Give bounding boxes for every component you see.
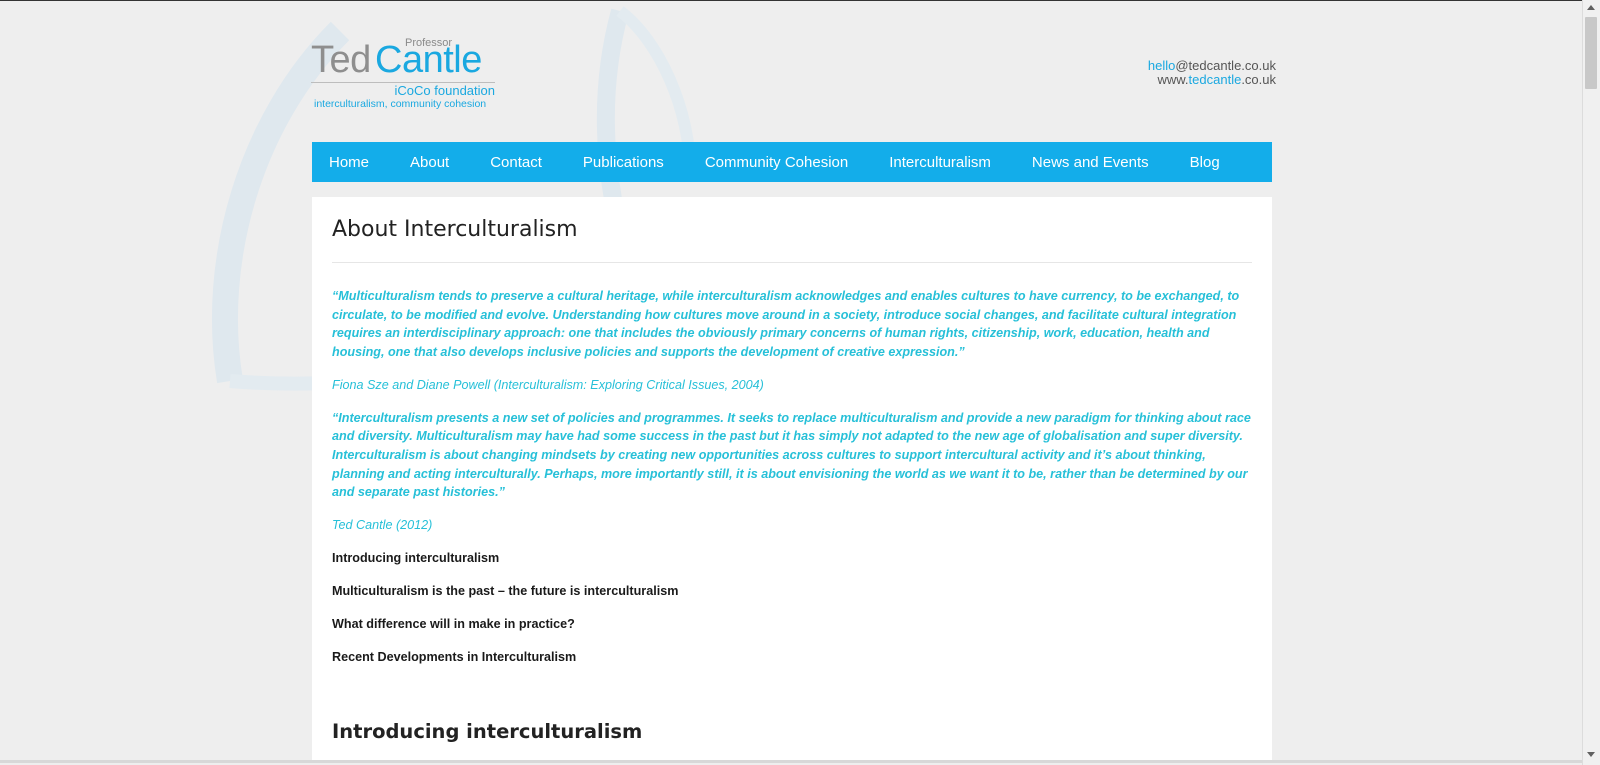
nav-interculturalism[interactable]: Interculturalism [889, 154, 991, 171]
nav-about[interactable]: About [410, 154, 449, 171]
title-divider [332, 262, 1252, 263]
nav-home[interactable]: Home [329, 154, 369, 171]
section-heading: Introducing interculturalism [332, 720, 643, 743]
quote-citation: Ted Cantle (2012) [332, 518, 433, 533]
logo-foundation-text: iCoCo foundation [394, 83, 495, 98]
nav-publications[interactable]: Publications [583, 154, 664, 171]
logo-tagline: interculturalism, community cohesion [314, 98, 487, 110]
anchor-link-multiculturalism-past[interactable]: Multiculturalism is the past – the futur… [332, 582, 1252, 600]
scroll-down-arrow-icon[interactable] [1587, 752, 1595, 757]
contact-email[interactable]: hello@tedcantle.co.uk [1148, 59, 1276, 73]
anchor-link-introducing[interactable]: Introducing interculturalism [332, 549, 1252, 567]
quote-sze-powell: “Multiculturalism tends to preserve a cu… [332, 289, 1240, 360]
site-logo[interactable]: Professor Ted Cantle iCoCo foundation in… [311, 35, 501, 115]
page-title: About Interculturalism [332, 217, 578, 242]
nav-contact[interactable]: Contact [490, 154, 542, 171]
scroll-up-arrow-icon[interactable] [1587, 5, 1595, 10]
main-content: About Interculturalism “Multiculturalism… [312, 197, 1272, 763]
scrollbar-thumb[interactable] [1585, 17, 1597, 89]
anchor-link-recent-developments[interactable]: Recent Developments in Interculturalism [332, 648, 1252, 666]
bottom-edge [0, 760, 1583, 763]
quote-cantle: “Interculturalism presents a new set of … [332, 410, 1251, 500]
browser-viewport: Professor Ted Cantle iCoCo foundation in… [0, 0, 1583, 763]
logo-ted-text: Ted [311, 39, 371, 81]
nav-community-cohesion[interactable]: Community Cohesion [705, 154, 848, 171]
main-navigation: Home About Contact Publications Communit… [312, 142, 1272, 182]
vertical-scrollbar[interactable] [1582, 0, 1600, 765]
anchor-link-difference-in-practice[interactable]: What difference will in make in practice… [332, 615, 1252, 633]
contact-website[interactable]: www.tedcantle.co.uk [1148, 73, 1276, 87]
nav-news-and-events[interactable]: News and Events [1032, 154, 1149, 171]
nav-blog[interactable]: Blog [1190, 154, 1220, 171]
quote-citation: Fiona Sze and Diane Powell (Intercultura… [332, 377, 764, 392]
header-contact: hello@tedcantle.co.uk www.tedcantle.co.u… [1148, 59, 1276, 87]
article-body: “Multiculturalism tends to preserve a cu… [332, 287, 1252, 681]
logo-cantle-text: Cantle [375, 39, 482, 81]
